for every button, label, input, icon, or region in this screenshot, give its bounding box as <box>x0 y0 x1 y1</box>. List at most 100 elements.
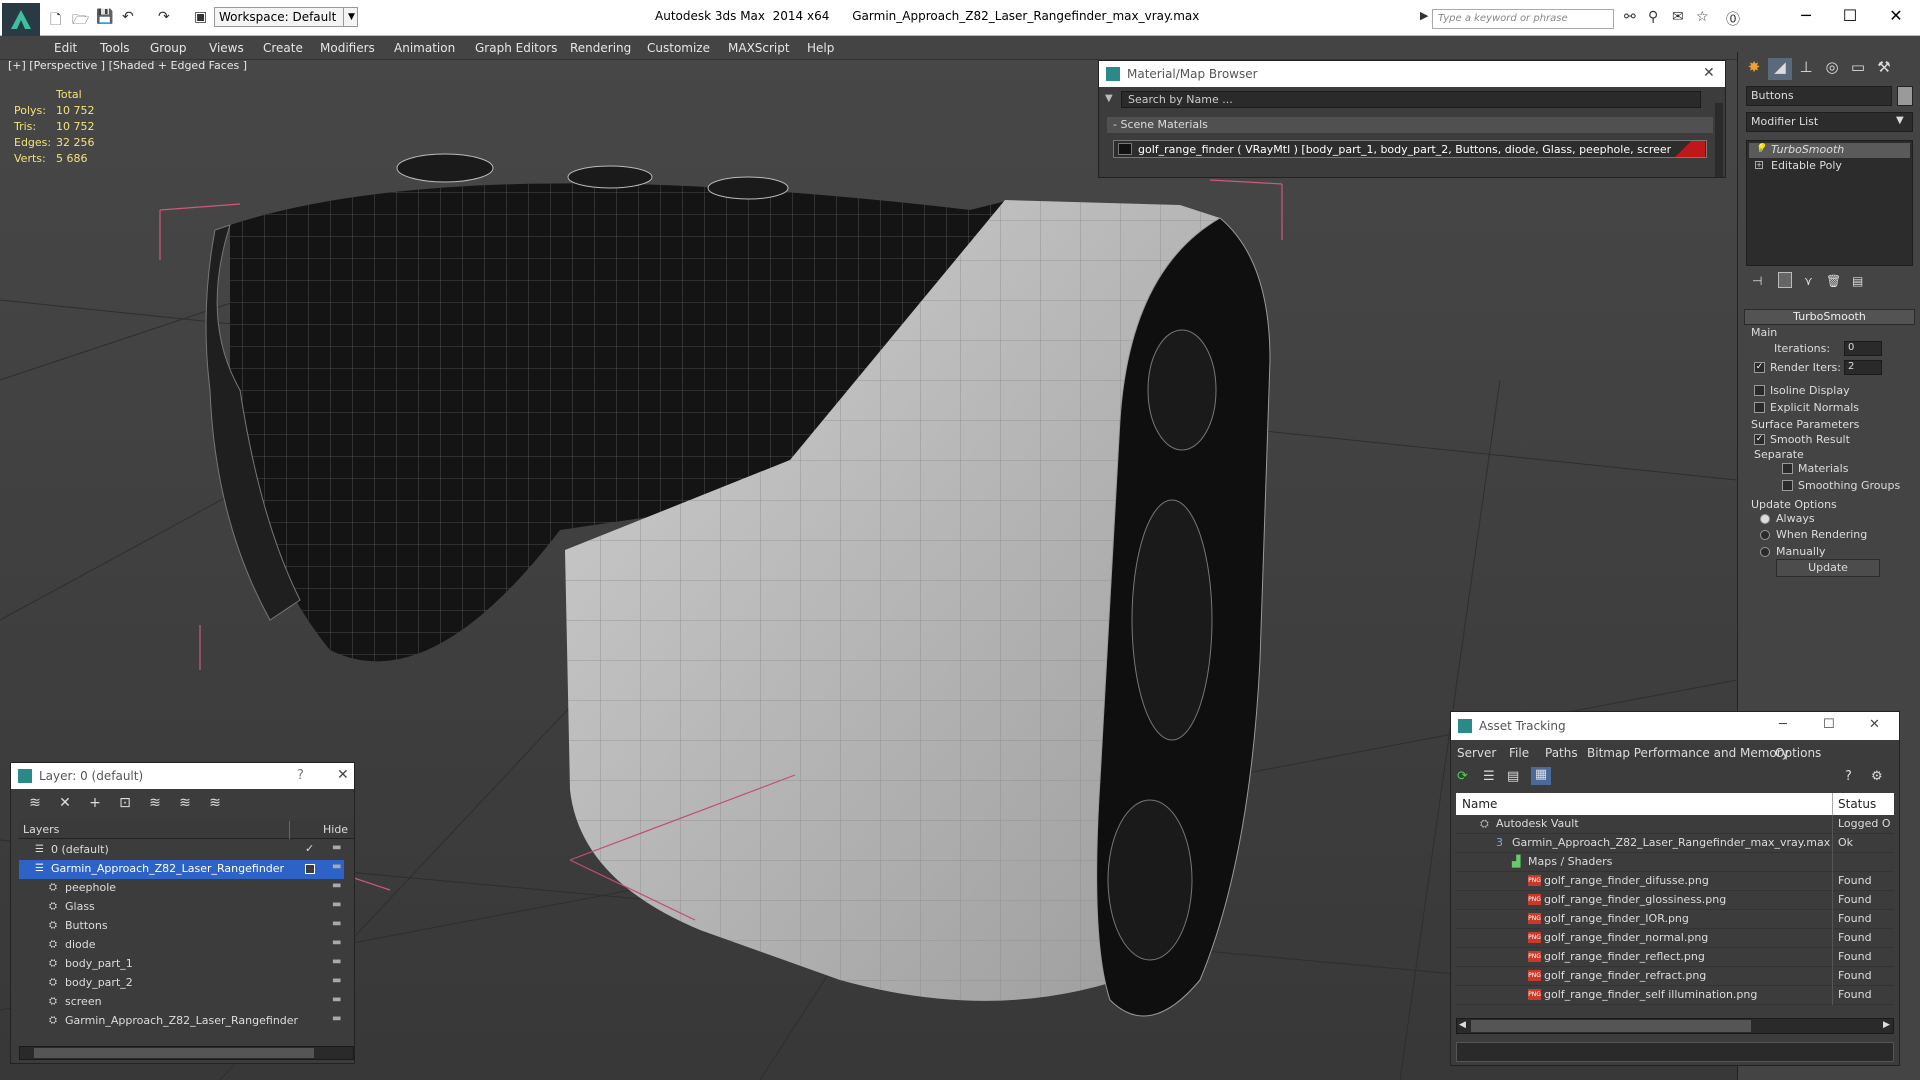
menu-paths[interactable]: Paths <box>1545 746 1578 760</box>
menu-options[interactable]: Options <box>1775 746 1821 760</box>
options-arrow-icon[interactable]: ▼ <box>1105 93 1113 104</box>
material-search-input[interactable]: Search by Name ... <box>1121 91 1701 108</box>
current-layer-check-icon[interactable]: ✓ <box>305 842 314 855</box>
communication-icon[interactable]: ✉ <box>1672 9 1684 25</box>
object-name-field[interactable]: Buttons <box>1746 86 1892 106</box>
menu-bitmap-performance[interactable]: Bitmap Performance and Memory <box>1587 746 1789 760</box>
layer-row[interactable]: ⛭ Garmin_Approach_Z82_Laser_Rangefinder ▬ <box>19 1012 344 1031</box>
explicit-normals-checkbox[interactable] <box>1754 402 1765 413</box>
menu-edit[interactable]: Edit <box>54 41 77 55</box>
turbosmooth-rollout-header[interactable]: TurboSmooth <box>1744 309 1915 325</box>
asset-row[interactable]: PNG golf_range_finder_IOR.png Found <box>1456 910 1894 929</box>
menu-animation[interactable]: Animation <box>394 41 455 55</box>
scene-materials-section[interactable]: - Scene Materials <box>1107 117 1713 133</box>
menu-maxscript[interactable]: MAXScript <box>728 41 790 55</box>
hide-toggle[interactable]: ▬ <box>332 956 341 967</box>
menu-group[interactable]: Group <box>150 41 187 55</box>
menu-modifiers[interactable]: Modifiers <box>320 41 375 55</box>
open-file-icon[interactable]: 🗁 <box>72 9 89 33</box>
settings-icon[interactable]: ⚙ <box>1871 769 1883 784</box>
when-rendering-radio[interactable] <box>1760 530 1770 540</box>
layer-row[interactable]: ⛭ screen ▬ <box>19 993 344 1012</box>
pin-stack-icon[interactable]: ⊣ <box>1752 274 1762 288</box>
undo-icon[interactable]: ↶ <box>122 9 134 25</box>
layer-row[interactable]: ☰ 0 (default) ✓ ▬ <box>19 841 344 860</box>
stack-item-turbosmooth[interactable]: 💡 TurboSmooth <box>1749 143 1910 158</box>
viewport-label[interactable]: [+] [Perspective ] [Shaded + Edged Faces… <box>8 59 247 72</box>
asset-row[interactable]: PNG golf_range_finder_refract.png Found <box>1456 967 1894 986</box>
layer-row[interactable]: ⛭ Glass ▬ <box>19 898 344 917</box>
layer-row[interactable]: ⛭ diode ▬ <box>19 936 344 955</box>
delete-layer-icon[interactable]: ✕ <box>55 795 75 813</box>
separate-materials-checkbox[interactable] <box>1782 463 1793 474</box>
hide-toggle[interactable]: ▬ <box>332 842 341 853</box>
minimize-button[interactable]: ─ <box>1779 717 1787 732</box>
menu-rendering[interactable]: Rendering <box>570 41 631 55</box>
close-button[interactable]: ✕ <box>1869 717 1880 732</box>
select-objects-icon[interactable]: ⊡ <box>115 795 135 813</box>
menu-graph-editors[interactable]: Graph Editors <box>475 41 557 55</box>
app-logo-icon[interactable] <box>2 3 40 37</box>
scroll-left-icon[interactable]: ◀ <box>1459 1020 1466 1030</box>
menu-server[interactable]: Server <box>1457 746 1496 760</box>
layer-row[interactable]: ⛭ body_part_1 ▬ <box>19 955 344 974</box>
remove-modifier-icon[interactable]: 🗑 <box>1826 274 1841 288</box>
binoculars-icon[interactable]: ⚯ <box>1624 9 1636 25</box>
chevron-down-icon[interactable]: ▼ <box>343 7 359 27</box>
help-icon[interactable]: ⓪ <box>1726 9 1740 29</box>
utilities-tab-icon[interactable]: ⚒ <box>1872 58 1896 80</box>
hide-toggle[interactable]: ▬ <box>332 880 341 891</box>
menu-file[interactable]: File <box>1509 746 1529 760</box>
asset-row[interactable]: PNG golf_range_finder_reflect.png Found <box>1456 948 1894 967</box>
render-iters-checkbox[interactable]: ✓ <box>1754 362 1765 373</box>
subscription-icon[interactable]: ⚲ <box>1648 9 1658 25</box>
search-input[interactable]: Type a keyword or phrase <box>1432 9 1614 29</box>
modify-tab-icon[interactable]: ◢ <box>1768 58 1792 80</box>
hide-toggle[interactable]: ▬ <box>332 861 341 872</box>
layer-row[interactable]: ⛭ Buttons ▬ <box>19 917 344 936</box>
modifier-list-dropdown[interactable]: Modifier List <box>1746 112 1913 132</box>
iterations-spinner[interactable]: 0 <box>1844 341 1882 356</box>
favorites-star-icon[interactable]: ☆ <box>1696 9 1709 25</box>
material-item[interactable]: golf_range_finder ( VRayMtl ) [body_part… <box>1113 140 1707 158</box>
hide-all-layers-icon[interactable]: ≋ <box>175 795 195 813</box>
separate-smoothing-groups-checkbox[interactable] <box>1782 480 1793 491</box>
menu-help[interactable]: Help <box>807 41 834 55</box>
scrollbar-thumb[interactable] <box>34 1048 314 1058</box>
hide-toggle[interactable]: ▬ <box>332 975 341 986</box>
asset-row[interactable]: PNG golf_range_finder_difusse.png Found <box>1456 872 1894 891</box>
maximize-button[interactable]: ☐ <box>1830 4 1870 28</box>
lightbulb-icon[interactable]: 💡 <box>1755 144 1766 154</box>
asset-row[interactable]: ⛭ Autodesk Vault Logged O <box>1456 815 1894 834</box>
close-icon[interactable]: ✕ <box>337 767 349 783</box>
menu-create[interactable]: Create <box>263 41 303 55</box>
hide-toggle[interactable]: ▬ <box>332 918 341 929</box>
details-view-icon[interactable]: ▤ <box>1507 769 1519 784</box>
menu-customize[interactable]: Customize <box>647 41 710 55</box>
show-end-result-icon[interactable] <box>1778 272 1792 288</box>
always-radio[interactable] <box>1760 514 1770 524</box>
new-layer-icon[interactable]: ≋ <box>25 795 45 813</box>
status-column-header[interactable]: Status <box>1838 797 1876 811</box>
close-icon[interactable]: ✕ <box>1703 65 1715 81</box>
manually-radio[interactable] <box>1760 547 1770 557</box>
add-to-layer-icon[interactable]: + <box>85 795 105 813</box>
asset-row[interactable]: PNG golf_range_finder_normal.png Found <box>1456 929 1894 948</box>
layer-row[interactable]: ☰ Garmin_Approach_Z82_Laser_Rangefinder ▬ <box>19 860 344 879</box>
help-icon[interactable]: ? <box>297 768 304 783</box>
display-tab-icon[interactable]: ▭ <box>1846 58 1870 80</box>
asset-row[interactable]: PNG golf_range_finder_glossiness.png Found <box>1456 891 1894 910</box>
help-icon[interactable]: ? <box>1845 769 1852 784</box>
new-file-icon[interactable]: 🗋 <box>50 9 61 33</box>
isoline-display-checkbox[interactable] <box>1754 385 1765 396</box>
asset-horizontal-scrollbar[interactable]: ◀ ▶ <box>1456 1018 1894 1034</box>
freeze-all-layers-icon[interactable]: ≋ <box>205 795 225 813</box>
layer-row[interactable]: ⛭ peephole ▬ <box>19 879 344 898</box>
minimize-button[interactable]: ─ <box>1786 4 1826 28</box>
chevron-down-icon[interactable]: ▼ <box>1896 115 1904 126</box>
hierarchy-tab-icon[interactable]: ⊥ <box>1794 58 1818 80</box>
asset-row[interactable]: PNG golf_range_finder_self illumination.p… <box>1456 986 1894 1005</box>
create-tab-icon[interactable]: ✸ <box>1742 58 1766 80</box>
smooth-result-checkbox[interactable]: ✓ <box>1754 434 1765 445</box>
search-expand-icon[interactable]: ▶ <box>1420 9 1428 22</box>
